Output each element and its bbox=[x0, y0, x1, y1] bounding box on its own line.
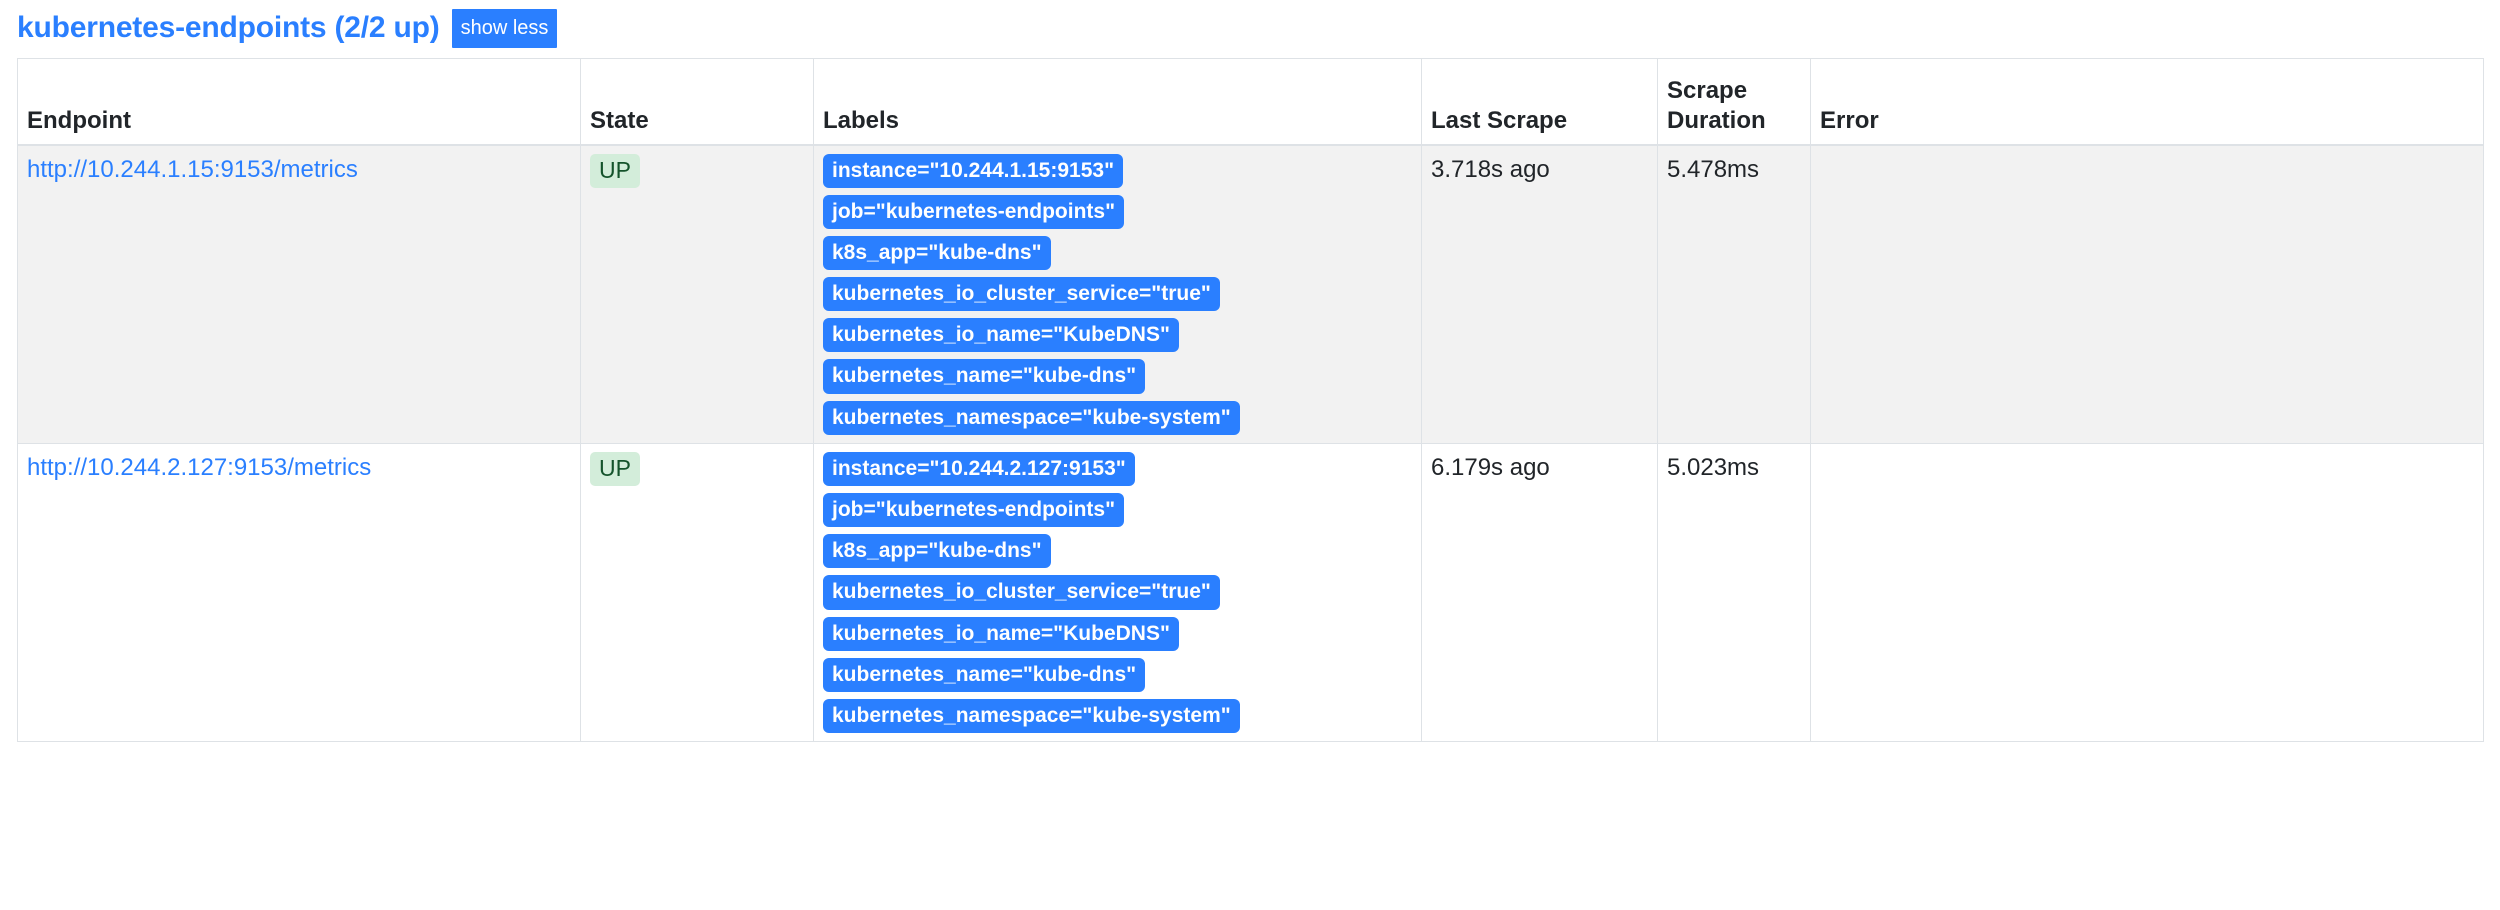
scrape-duration-value: 5.478ms bbox=[1667, 155, 1760, 183]
label-badge: instance="10.244.1.15:9153" bbox=[823, 153, 1124, 188]
cell-error bbox=[1810, 144, 2484, 444]
cell-labels: instance="10.244.1.15:9153" job="kuberne… bbox=[813, 144, 1422, 444]
label-badge: k8s_app="kube-dns" bbox=[823, 235, 1051, 271]
label-badge: k8s_app="kube-dns" bbox=[823, 534, 1051, 569]
label-badge: instance="10.244.2.127:9153" bbox=[823, 451, 1135, 486]
label-badge: kubernetes_io_cluster_service="true" bbox=[823, 277, 1220, 312]
show-less-button[interactable]: show less bbox=[451, 8, 558, 48]
status-badge: UP bbox=[590, 153, 640, 188]
cell-last-scrape: 3.718s ago bbox=[1421, 144, 1658, 444]
targets-table: Endpoint State Labels Last Scrape Scrape… bbox=[17, 58, 2484, 743]
column-header-state: State bbox=[580, 58, 814, 146]
label-badge: kubernetes_io_cluster_service="true" bbox=[823, 575, 1220, 610]
column-header-endpoint: Endpoint bbox=[17, 58, 581, 146]
table-row: http://10.244.2.127:9153/metrics UP inst… bbox=[17, 443, 2484, 743]
label-badge: kubernetes_namespace="kube-system" bbox=[823, 400, 1240, 435]
cell-state: UP bbox=[580, 443, 814, 743]
label-badge: kubernetes_namespace="kube-system" bbox=[823, 698, 1240, 734]
cell-scrape-duration: 5.023ms bbox=[1657, 443, 1811, 743]
label-badge: kubernetes_io_name="KubeDNS" bbox=[823, 616, 1179, 651]
label-badge: kubernetes_name="kube-dns" bbox=[823, 657, 1146, 692]
column-header-labels: Labels bbox=[813, 58, 1422, 146]
scrape-duration-value: 5.023ms bbox=[1667, 453, 1760, 481]
cell-endpoint: http://10.244.2.127:9153/metrics bbox=[17, 443, 581, 743]
cell-scrape-duration: 5.478ms bbox=[1657, 144, 1811, 444]
column-header-last-scrape: Last Scrape bbox=[1421, 58, 1658, 146]
cell-state: UP bbox=[580, 144, 814, 444]
label-badge: job="kubernetes-endpoints" bbox=[823, 493, 1125, 528]
column-header-error: Error bbox=[1810, 58, 2484, 146]
cell-error bbox=[1810, 443, 2484, 743]
table-body: http://10.244.1.15:9153/metrics UP insta… bbox=[17, 144, 2484, 743]
label-list: instance="10.244.2.127:9153" job="kubern… bbox=[823, 451, 1412, 734]
targets-table-container: Endpoint State Labels Last Scrape Scrape… bbox=[0, 44, 2500, 743]
label-badge: kubernetes_name="kube-dns" bbox=[823, 359, 1146, 394]
cell-last-scrape: 6.179s ago bbox=[1421, 443, 1658, 743]
table-header: Endpoint State Labels Last Scrape Scrape… bbox=[17, 58, 2484, 146]
last-scrape-value: 3.718s ago bbox=[1431, 155, 1550, 183]
column-header-scrape-duration: Scrape Duration bbox=[1657, 58, 1811, 146]
last-scrape-value: 6.179s ago bbox=[1431, 453, 1550, 481]
table-row: http://10.244.1.15:9153/metrics UP insta… bbox=[17, 144, 2484, 444]
endpoint-link[interactable]: http://10.244.1.15:9153/metrics bbox=[27, 156, 358, 183]
cell-labels: instance="10.244.2.127:9153" job="kubern… bbox=[813, 443, 1422, 743]
label-badge: kubernetes_io_name="KubeDNS" bbox=[823, 318, 1179, 353]
page-title: kubernetes-endpoints (2/2 up) bbox=[17, 11, 440, 44]
table-header-row: Endpoint State Labels Last Scrape Scrape… bbox=[17, 58, 2484, 146]
status-badge: UP bbox=[590, 451, 640, 487]
label-list: instance="10.244.1.15:9153" job="kuberne… bbox=[823, 153, 1412, 435]
label-badge: job="kubernetes-endpoints" bbox=[823, 194, 1125, 229]
endpoint-link[interactable]: http://10.244.2.127:9153/metrics bbox=[27, 454, 371, 481]
job-header: kubernetes-endpoints (2/2 up) show less bbox=[0, 0, 2500, 48]
cell-endpoint: http://10.244.1.15:9153/metrics bbox=[17, 144, 581, 444]
